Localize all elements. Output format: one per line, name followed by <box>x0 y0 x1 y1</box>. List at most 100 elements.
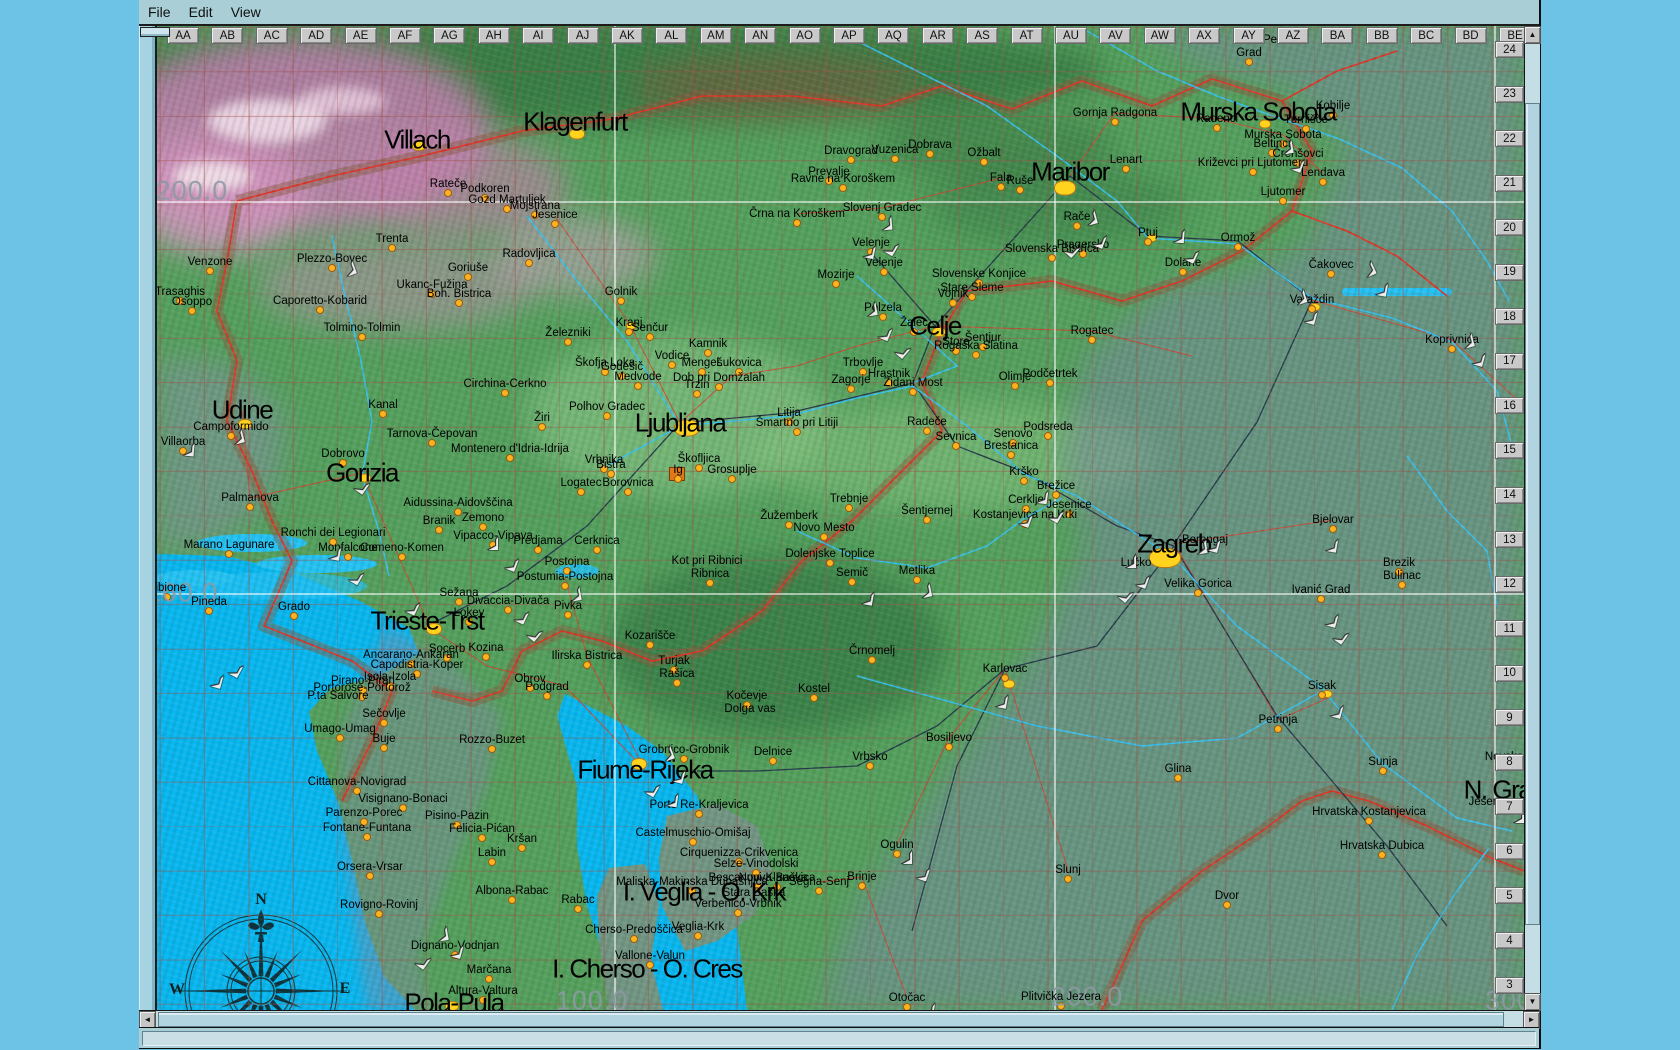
grid-column-header-at[interactable]: AT <box>1010 27 1043 44</box>
horizontal-scroll-thumb[interactable] <box>158 1012 1504 1027</box>
grid-column-header-am[interactable]: AM <box>699 27 732 44</box>
town-label: Dobrava <box>908 139 952 151</box>
town-dot <box>366 872 374 880</box>
grid-column-header-ap[interactable]: AP <box>833 27 865 44</box>
grid-column-header-av[interactable]: AV <box>1099 27 1132 44</box>
aircraft-icon[interactable] <box>542 566 581 605</box>
grid-row-header-11[interactable]: 11 <box>1495 620 1524 638</box>
horizontal-scrollbar[interactable]: ◄ ► <box>139 1010 1540 1029</box>
town-dot <box>949 299 957 307</box>
aircraft-icon[interactable] <box>643 769 681 807</box>
town-label: Trenta <box>375 233 409 245</box>
aircraft-icon[interactable] <box>1352 257 1391 296</box>
grid-column-header-ak[interactable]: AK <box>611 27 643 44</box>
grid-column-header-aj[interactable]: AJ <box>566 27 599 44</box>
aircraft-icon[interactable] <box>972 669 1011 708</box>
town-label: Grado <box>278 601 310 613</box>
grid-column-header-bd[interactable]: BD <box>1454 27 1487 44</box>
grid-column-header-ae[interactable]: AE <box>344 27 377 44</box>
scroll-up-button[interactable]: ▲ <box>1524 26 1541 44</box>
town-dot <box>1365 817 1373 825</box>
grid-row-header-8[interactable]: 8 <box>1495 753 1524 771</box>
town-dot <box>455 299 463 307</box>
grid-row-header-4[interactable]: 4 <box>1495 932 1524 949</box>
grid-column-header-ao[interactable]: AO <box>788 27 821 44</box>
grid-column-header-ax[interactable]: AX <box>1188 27 1221 44</box>
grid-row-header-6[interactable]: 6 <box>1495 842 1524 860</box>
map-viewport[interactable]: Rateče Podkoren Gozd Martuljek Mojstrana Jes… <box>157 26 1524 1010</box>
grid-column-header-ac[interactable]: AC <box>255 27 288 44</box>
grid-row-header-21[interactable]: 21 <box>1495 174 1524 192</box>
grid-column-header-az[interactable]: AZ <box>1277 27 1309 44</box>
grid-column-header-al[interactable]: AL <box>655 27 688 44</box>
menu-item-edit[interactable]: Edit <box>180 4 222 20</box>
grid-column-header-aw[interactable]: AW <box>1143 27 1176 44</box>
grid-column-header-an[interactable]: AN <box>744 27 777 44</box>
town-dot <box>583 661 591 669</box>
splitter-handle[interactable] <box>140 27 170 37</box>
grid-row-header-7[interactable]: 7 <box>1495 798 1524 816</box>
grid-row-header-24[interactable]: 24 <box>1495 41 1524 58</box>
grid-column-header-af[interactable]: AF <box>389 27 421 44</box>
grid-column-header-as[interactable]: AS <box>966 27 999 44</box>
vertical-scroll-thumb[interactable] <box>1525 103 1540 925</box>
town-label: Buje <box>372 733 396 745</box>
grid-row-header-9[interactable]: 9 <box>1495 709 1524 727</box>
aircraft-icon[interactable] <box>160 420 197 457</box>
grid-row-header-3[interactable]: 3 <box>1495 976 1524 994</box>
vertical-scrollbar[interactable]: ▲ ▼ <box>1524 26 1541 1011</box>
menu-item-view[interactable]: View <box>222 4 270 20</box>
grid-row-header-14[interactable]: 14 <box>1495 486 1524 504</box>
aircraft-icon[interactable] <box>1302 513 1341 552</box>
grid-row-header-15[interactable]: 15 <box>1495 441 1524 459</box>
grid-row-header-20[interactable]: 20 <box>1495 219 1524 237</box>
grid-column-header-ab[interactable]: AB <box>211 27 244 44</box>
grid-row-header-10[interactable]: 10 <box>1495 664 1524 682</box>
town-dot <box>603 412 611 420</box>
grid-column-header-ad[interactable]: AD <box>300 27 333 44</box>
grid-column-header-ay[interactable]: AY <box>1232 27 1265 44</box>
town-label: Slunj <box>1055 864 1081 876</box>
grid-column-header-bc[interactable]: BC <box>1410 27 1443 44</box>
grid-column-header-au[interactable]: AU <box>1055 27 1087 44</box>
grid-column-header-ag[interactable]: AG <box>433 27 466 44</box>
town-dot <box>398 553 406 561</box>
grid-row-header-18[interactable]: 18 <box>1495 308 1524 326</box>
town-dot <box>1249 168 1257 176</box>
town-dot <box>525 259 533 267</box>
town-label: Borovnica <box>602 477 654 489</box>
town-label: Branik <box>422 515 456 527</box>
town-dot <box>1379 767 1387 775</box>
town-dot <box>673 679 681 687</box>
grid-column-header-aa[interactable]: AA <box>167 27 199 44</box>
grid-column-header-aq[interactable]: AQ <box>877 27 910 44</box>
town-label: Golnik <box>604 286 638 298</box>
grid-column-header-ba[interactable]: BA <box>1321 27 1354 44</box>
town-label: Sečovlje <box>362 708 406 720</box>
grid-row-header-5[interactable]: 5 <box>1495 887 1524 905</box>
grid-column-header-bb[interactable]: BB <box>1365 27 1398 44</box>
compass-west-label: W <box>169 981 185 998</box>
grid-row-header-17[interactable]: 17 <box>1495 352 1524 370</box>
town-label: Podsreda <box>1023 421 1073 433</box>
grid-row-header-13[interactable]: 13 <box>1495 531 1524 549</box>
aircraft-icon[interactable] <box>899 977 938 1010</box>
aircraft-icon[interactable] <box>892 563 932 603</box>
town-label: Brestanica <box>983 440 1039 452</box>
scroll-down-button[interactable]: ▼ <box>1524 993 1541 1011</box>
town-dot <box>646 333 654 341</box>
grid-column-header-ai[interactable]: AI <box>522 27 555 44</box>
town-dot <box>769 757 777 765</box>
grid-row-header-12[interactable]: 12 <box>1495 575 1524 593</box>
grid-row-header-19[interactable]: 19 <box>1495 263 1524 281</box>
grid-row-header-16[interactable]: 16 <box>1495 397 1524 415</box>
grid-row-header-23[interactable]: 23 <box>1495 85 1524 103</box>
grid-column-header-ah[interactable]: AH <box>477 27 510 44</box>
town-dot <box>868 656 876 664</box>
grid-row-header-22[interactable]: 22 <box>1495 130 1524 148</box>
grid-column-header-ar[interactable]: AR <box>921 27 954 44</box>
town-label: Polhov Gradec <box>568 401 646 413</box>
town-dot <box>793 428 801 436</box>
aircraft-icon[interactable] <box>838 566 877 605</box>
menu-item-file[interactable]: File <box>139 4 180 20</box>
